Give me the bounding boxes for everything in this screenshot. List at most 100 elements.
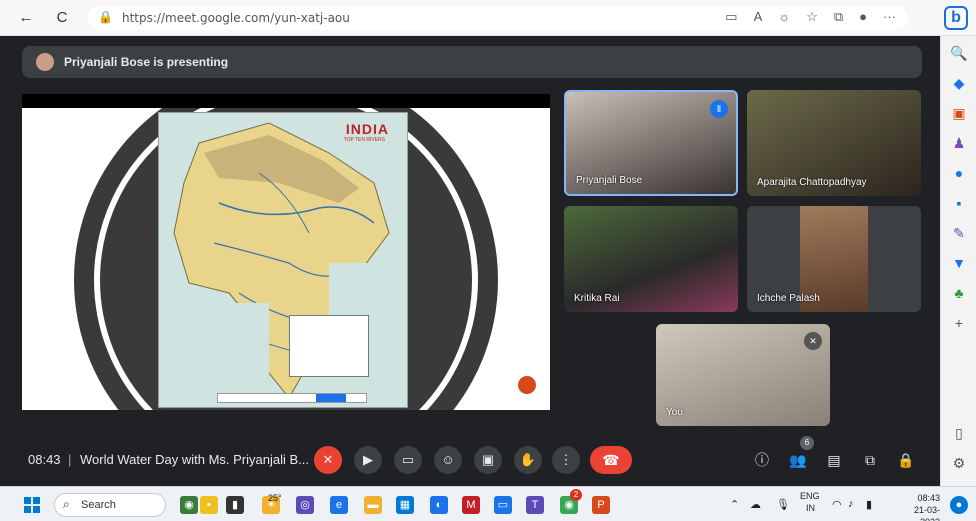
meeting-time: 08:43 [28,452,61,467]
more-icon[interactable]: ··· [883,9,896,25]
windows-taskbar: ⌕ Search ◉ ▪ ▮ ☀ 25° ◎ e ▬ ▦ ◐ M ▭ T ◉ 2… [0,486,976,521]
map-image [159,122,407,407]
self-view-tile[interactable]: ✕ You [656,324,830,426]
edge-sidebar: 🔍 ◆ ▣ ♟ ● ▪ ✎ ▼ ♣ + ▯ ⚙ [940,36,976,486]
outlook-icon[interactable]: ▪ [950,194,968,212]
lock-icon: 🔒 [98,10,113,24]
participant-tile[interactable]: Ichche Palash [747,206,921,312]
clock-date: 21-03-2023 [913,505,940,521]
tracking-icon[interactable]: ☼ [778,9,790,25]
tools-icon[interactable]: ▣ [950,104,968,122]
people-count-badge: 6 [800,436,814,450]
games-icon[interactable]: ♟ [950,134,968,152]
battery-icon[interactable]: ▮ [866,498,872,511]
favorite-icon[interactable]: ☆ [806,9,818,25]
participant-name: Aparajita Chattopadhyay [757,177,867,188]
drop-icon[interactable]: ▼ [950,254,968,272]
office-icon[interactable]: ● [950,164,968,182]
volume-icon[interactable]: ♪ [848,498,854,510]
separator: | [68,452,72,467]
map-subtitle: TOP TEN RIVERS [343,137,385,143]
participant-tile[interactable]: Aparajita Chattopadhyay [747,90,921,196]
tray-chevron-icon[interactable]: ⌃ [730,498,739,511]
slide-dot [518,376,536,394]
split-screen-icon[interactable]: ▯ [950,424,968,442]
read-aloud-icon[interactable]: A [754,9,763,25]
onedrive-icon[interactable]: ☁ [750,498,761,511]
wifi-icon[interactable]: ◠ [832,498,842,511]
bing-icon[interactable]: b [944,6,968,30]
windows-start-icon[interactable] [24,497,40,513]
participant-name: Ichche Palash [757,293,820,304]
mic-tray-icon[interactable]: 🎙 [776,498,790,511]
chat-icon[interactable]: ▤ [824,450,844,470]
india-river-map: INDIA TOP TEN RIVERS [158,112,408,408]
collections-icon[interactable]: ⧉ [834,9,843,25]
activities-icon[interactable]: ⧉ [860,450,880,470]
meeting-controls: 08:43 | World Water Day with Ms. Priyanj… [0,434,940,486]
map-title: INDIA [345,121,389,137]
settings-icon[interactable]: ⚙ [950,454,968,472]
add-icon[interactable]: + [950,314,968,332]
edge-icon[interactable]: e [330,496,348,514]
url-text: https://meet.google.com/yun-xatj-aou [122,11,350,25]
participant-tile[interactable]: ⦀ Priyanjali Bose [564,90,738,196]
display-icon[interactable]: ▭ [494,496,512,514]
search-label: Search [81,499,116,511]
emoji-button[interactable]: ☺ [434,446,462,474]
app-available-icon[interactable]: ▭ [725,9,737,25]
address-bar[interactable]: 🔒 https://meet.google.com/yun-xatj-aou ▭… [88,6,908,30]
host-controls-icon[interactable]: 🔒 [896,450,916,470]
mail-icon[interactable]: M [462,496,480,514]
self-name: You [666,407,683,418]
leave-call-button[interactable]: ☎ [590,446,632,474]
taskbar-search[interactable]: ⌕ Search [54,493,166,517]
widgets-icon[interactable]: ◉ [180,496,198,514]
clock-time: 08:43 [917,493,940,503]
share-notice-bar [217,393,367,403]
tree-icon[interactable]: ♣ [950,284,968,302]
task-view-icon[interactable]: ▮ [226,496,244,514]
browser-toolbar: ← C 🔒 https://meet.google.com/yun-xatj-a… [0,0,976,36]
region-indicator: IN [806,503,815,513]
back-icon[interactable]: ← [16,8,36,28]
reload-icon[interactable]: C [52,8,72,28]
notification-badge: 2 [570,489,582,501]
slide: INDIA TOP TEN RIVERS [22,108,550,410]
banner-text: Priyanjali Bose is presenting [64,55,229,69]
chat-app-icon[interactable]: ◎ [296,496,314,514]
search-icon[interactable]: 🔍 [950,44,968,62]
participant-tile[interactable]: Kritika Rai [564,206,738,312]
camera-button[interactable]: ▶ [354,446,382,474]
notifications-icon[interactable]: ● [950,496,968,514]
search-icon: ⌕ [63,497,70,511]
mic-off-button[interactable]: ✕ [314,446,342,474]
mic-off-icon: ✕ [804,332,822,350]
teams-icon[interactable]: T [526,496,544,514]
participant-name: Kritika Rai [574,293,620,304]
present-button[interactable]: ▣ [474,446,502,474]
speaking-indicator-icon: ⦀ [710,100,728,118]
powerpoint-icon[interactable]: P [592,496,610,514]
system-clock[interactable]: 08:43 21-03-2023 [894,492,940,521]
info-icon[interactable]: ⓘ [752,450,772,470]
store-icon[interactable]: ▦ [396,496,414,514]
captions-button[interactable]: ▭ [394,446,422,474]
people-icon[interactable]: 👥 [788,450,808,470]
raise-hand-button[interactable]: ✋ [514,446,542,474]
paint-icon[interactable]: ◐ [430,496,448,514]
file-explorer-icon[interactable]: ▬ [364,496,382,514]
map-legend [289,315,369,377]
presentation-screen: INDIA TOP TEN RIVERS [22,94,550,410]
shopping-icon[interactable]: ◆ [950,74,968,92]
presenter-avatar [36,53,54,71]
participant-name: Priyanjali Bose [576,175,643,186]
meet-area: Priyanjali Bose is presenting INDIA TOP … [0,36,940,486]
designer-icon[interactable]: ✎ [950,224,968,242]
presenting-banner: Priyanjali Bose is presenting [22,46,922,78]
language-indicator[interactable]: ENG [800,491,820,501]
widgets-tile-icon[interactable]: ▪ [200,496,218,514]
more-options-button[interactable]: ⋮ [552,446,580,474]
stop-sharing-button[interactable] [316,394,346,402]
profile-icon[interactable]: ● [859,9,867,25]
